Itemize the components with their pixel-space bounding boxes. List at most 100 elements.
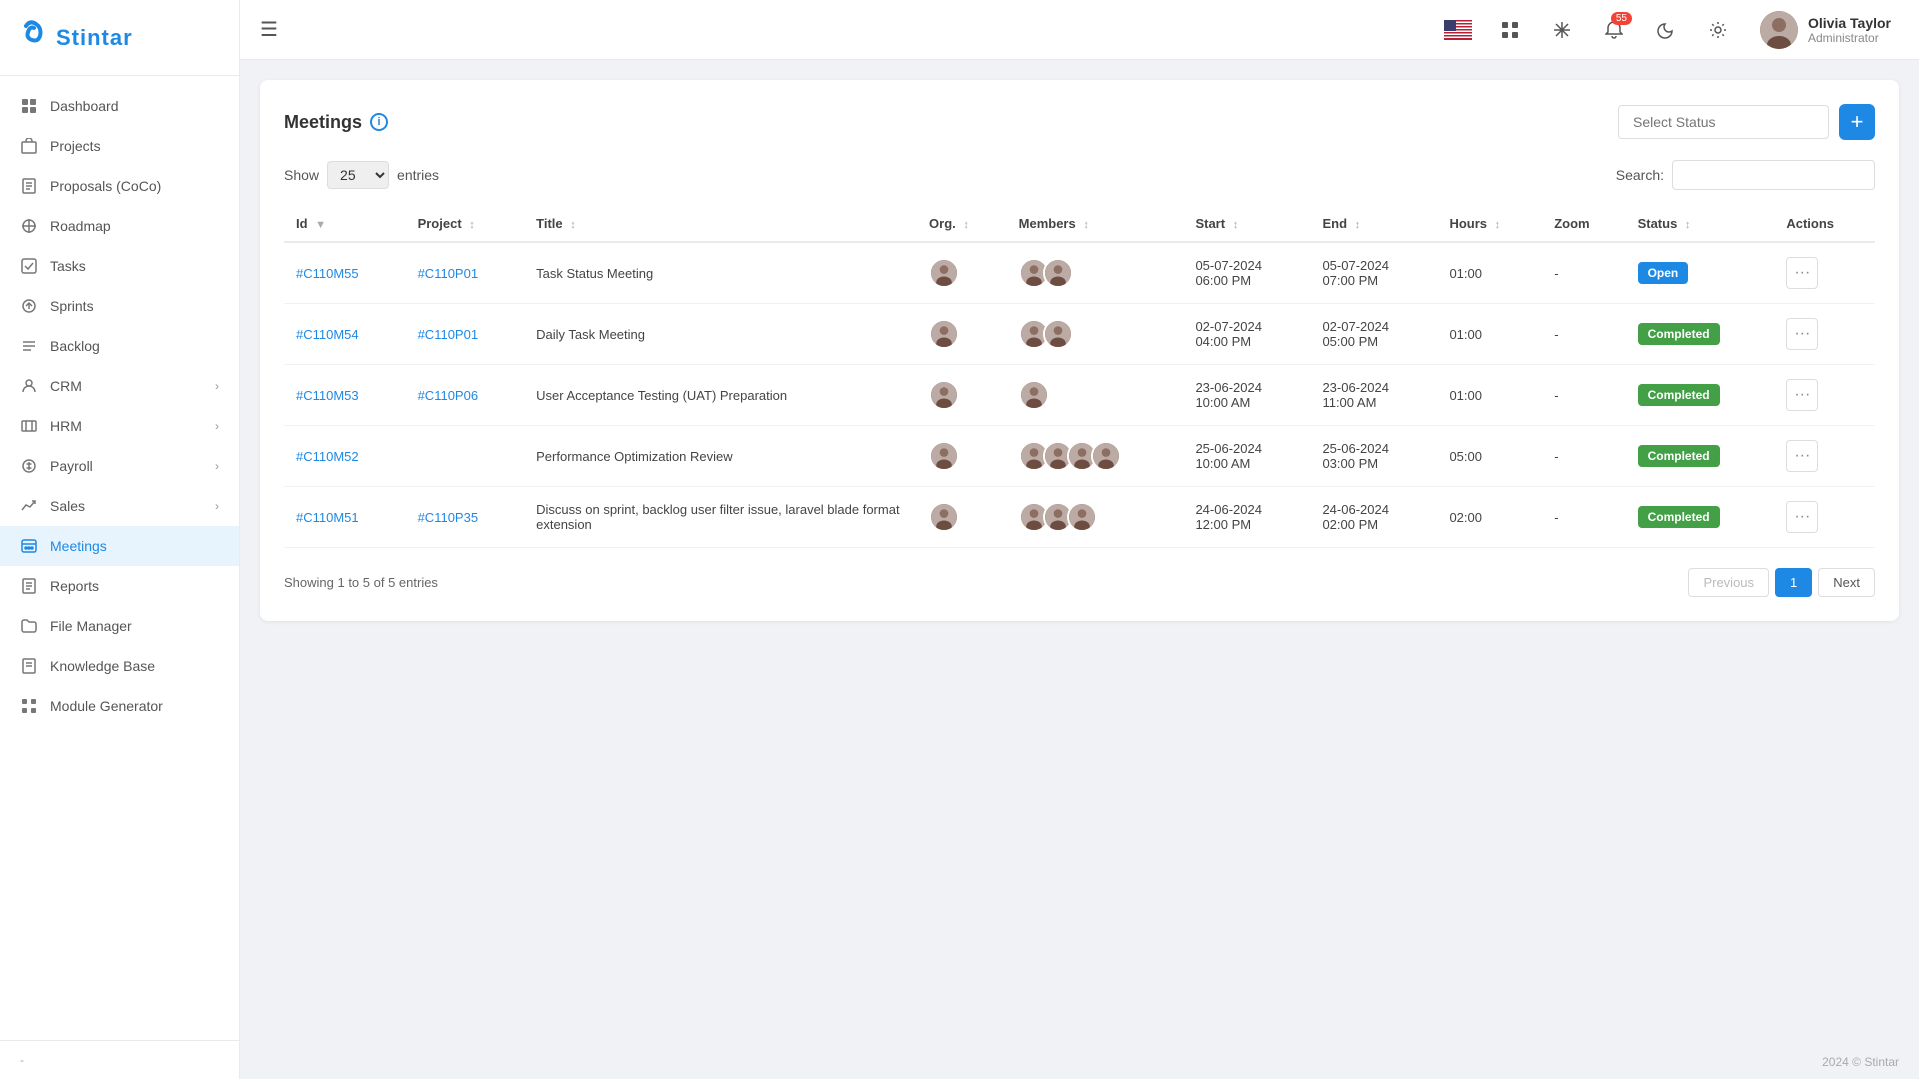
proposals-icon xyxy=(20,177,38,195)
meeting-id-link[interactable]: #C110M54 xyxy=(296,327,359,342)
meeting-title: Task Status Meeting xyxy=(524,242,917,304)
flag-button[interactable] xyxy=(1440,12,1476,48)
col-header-project[interactable]: Project ↕ xyxy=(406,206,525,242)
footer-text: 2024 © Stintar xyxy=(1822,1055,1899,1069)
meeting-status: Completed xyxy=(1626,487,1775,548)
project-link[interactable]: #C110P06 xyxy=(418,388,478,403)
grid-button[interactable] xyxy=(1544,12,1580,48)
sort-end-icon: ↕ xyxy=(1355,219,1361,231)
meeting-end: 23-06-202411:00 AM xyxy=(1310,365,1437,426)
action-menu-button[interactable]: ··· xyxy=(1786,440,1818,472)
sprints-icon xyxy=(20,297,38,315)
info-icon[interactable]: i xyxy=(370,113,388,131)
select-status-input[interactable] xyxy=(1618,105,1829,139)
page-1-button[interactable]: 1 xyxy=(1775,568,1812,597)
meeting-start: 23-06-202410:00 AM xyxy=(1183,365,1310,426)
settings-button[interactable] xyxy=(1700,12,1736,48)
pagination-row: Showing 1 to 5 of 5 entries Previous 1 N… xyxy=(284,568,1875,597)
sort-title-icon: ↕ xyxy=(570,219,576,231)
notification-button[interactable]: 55 xyxy=(1596,12,1632,48)
module-generator-icon xyxy=(20,697,38,715)
backlog-icon xyxy=(20,337,38,355)
meeting-hours: 01:00 xyxy=(1437,365,1542,426)
meeting-end: 02-07-202405:00 PM xyxy=(1310,304,1437,365)
col-header-id[interactable]: Id ▼ xyxy=(284,206,406,242)
sidebar-item-knowledge-base[interactable]: Knowledge Base xyxy=(0,646,239,686)
members-avatars xyxy=(1007,242,1184,304)
project-link[interactable]: #C110P01 xyxy=(418,327,478,342)
action-menu-button[interactable]: ··· xyxy=(1786,318,1818,350)
hamburger-button[interactable]: ☰ xyxy=(260,17,278,42)
meeting-id-link[interactable]: #C110M51 xyxy=(296,510,359,525)
search-input[interactable] xyxy=(1672,160,1875,190)
meeting-status: Completed xyxy=(1626,426,1775,487)
sidebar-label-proposals: Proposals (CoCo) xyxy=(50,178,161,194)
meeting-title: Daily Task Meeting xyxy=(524,304,917,365)
sidebar-item-backlog[interactable]: Backlog xyxy=(0,326,239,366)
status-badge: Completed xyxy=(1638,384,1720,406)
apps-button[interactable] xyxy=(1492,12,1528,48)
sales-icon xyxy=(20,497,38,515)
meeting-hours: 05:00 xyxy=(1437,426,1542,487)
org-avatar xyxy=(929,380,959,410)
user-profile[interactable]: Olivia Taylor Administrator xyxy=(1752,7,1899,53)
meeting-zoom: - xyxy=(1542,242,1625,304)
sidebar-item-projects[interactable]: Projects xyxy=(0,126,239,166)
add-meeting-button[interactable]: + xyxy=(1839,104,1875,140)
org-avatars xyxy=(917,242,1007,304)
meeting-id-link[interactable]: #C110M53 xyxy=(296,388,359,403)
header: ☰ xyxy=(240,0,1919,60)
meeting-id-link[interactable]: #C110M52 xyxy=(296,449,359,464)
next-button[interactable]: Next xyxy=(1818,568,1875,597)
col-header-org[interactable]: Org. ↕ xyxy=(917,206,1007,242)
meeting-end: 24-06-202402:00 PM xyxy=(1310,487,1437,548)
org-avatars xyxy=(917,426,1007,487)
entries-select[interactable]: 25 10 50 100 xyxy=(327,161,389,189)
project-link[interactable]: #C110P01 xyxy=(418,266,478,281)
dark-mode-button[interactable] xyxy=(1648,12,1684,48)
crm-arrow-icon: › xyxy=(215,379,219,393)
sidebar-item-meetings[interactable]: Meetings xyxy=(0,526,239,566)
meeting-id-link[interactable]: #C110M55 xyxy=(296,266,359,281)
tasks-icon xyxy=(20,257,38,275)
sidebar-item-hrm[interactable]: HRM › xyxy=(0,406,239,446)
org-avatars xyxy=(917,487,1007,548)
action-menu-button[interactable]: ··· xyxy=(1786,379,1818,411)
sort-hours-icon: ↕ xyxy=(1495,219,1501,231)
sidebar-item-dashboard[interactable]: Dashboard xyxy=(0,86,239,126)
meeting-actions: ··· xyxy=(1774,426,1875,487)
meeting-start: 02-07-202404:00 PM xyxy=(1183,304,1310,365)
members-avatars xyxy=(1007,426,1184,487)
sidebar: Stintar Dashboard Projects Proposals (Co… xyxy=(0,0,240,1079)
action-menu-button[interactable]: ··· xyxy=(1786,257,1818,289)
col-header-start[interactable]: Start ↕ xyxy=(1183,206,1310,242)
table-row: #C110M52Performance Optimization Review … xyxy=(284,426,1875,487)
col-header-members[interactable]: Members ↕ xyxy=(1007,206,1184,242)
col-header-hours[interactable]: Hours ↕ xyxy=(1437,206,1542,242)
table-body: #C110M55 #C110P01 Task Status Meeting 05-0… xyxy=(284,242,1875,548)
table-controls: Show 25 10 50 100 entries Search: xyxy=(284,160,1875,190)
sidebar-item-file-manager[interactable]: File Manager xyxy=(0,606,239,646)
status-badge: Open xyxy=(1638,262,1689,284)
action-menu-button[interactable]: ··· xyxy=(1786,501,1818,533)
sidebar-label-hrm: HRM xyxy=(50,418,82,434)
previous-button[interactable]: Previous xyxy=(1688,568,1769,597)
col-header-title[interactable]: Title ↕ xyxy=(524,206,917,242)
sidebar-label-dashboard: Dashboard xyxy=(50,98,119,114)
sidebar-item-sprints[interactable]: Sprints xyxy=(0,286,239,326)
sidebar-item-roadmap[interactable]: Roadmap xyxy=(0,206,239,246)
sidebar-label-payroll: Payroll xyxy=(50,458,93,474)
sidebar-item-proposals[interactable]: Proposals (CoCo) xyxy=(0,166,239,206)
sidebar-item-tasks[interactable]: Tasks xyxy=(0,246,239,286)
col-header-status[interactable]: Status ↕ xyxy=(1626,206,1775,242)
sidebar-item-module-generator[interactable]: Module Generator xyxy=(0,686,239,726)
sidebar-item-payroll[interactable]: Payroll › xyxy=(0,446,239,486)
project-link[interactable]: #C110P35 xyxy=(418,510,478,525)
show-label: Show xyxy=(284,167,319,183)
meeting-status: Completed xyxy=(1626,365,1775,426)
col-header-end[interactable]: End ↕ xyxy=(1310,206,1437,242)
sidebar-item-reports[interactable]: Reports xyxy=(0,566,239,606)
sidebar-item-crm[interactable]: CRM › xyxy=(0,366,239,406)
meeting-end: 05-07-202407:00 PM xyxy=(1310,242,1437,304)
sidebar-item-sales[interactable]: Sales › xyxy=(0,486,239,526)
